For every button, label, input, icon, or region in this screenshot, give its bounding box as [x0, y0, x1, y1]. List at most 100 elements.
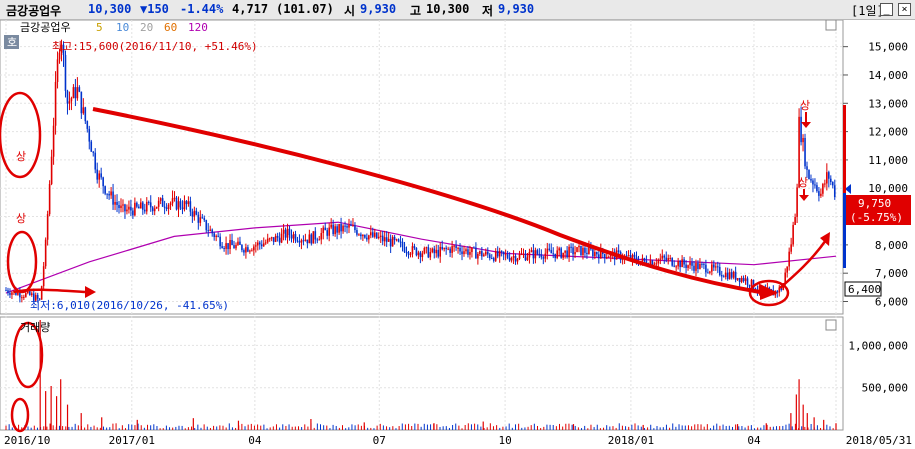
candle-body [233, 245, 235, 249]
candle-body [40, 286, 43, 300]
candle-body [74, 87, 77, 99]
candle-body [286, 228, 289, 238]
high-label: 고 [410, 4, 422, 18]
volume-expand-icon[interactable] [825, 319, 837, 331]
candle-body [58, 52, 61, 60]
candle-body [395, 239, 398, 241]
candle-body [100, 173, 102, 178]
candle-body [713, 264, 715, 268]
candle-body [318, 239, 321, 241]
candle-body [207, 230, 210, 232]
price-tick-label: 14,000 [868, 69, 908, 82]
candle-body [268, 238, 271, 240]
candle-body [477, 253, 479, 259]
candle-body [510, 257, 513, 261]
candle-body [149, 202, 152, 208]
candle-body [360, 234, 362, 237]
candle-body [592, 249, 594, 257]
close-icon[interactable]: × [898, 3, 911, 16]
candle-body [536, 250, 539, 254]
limit-up-mark-3: 상 [16, 150, 26, 163]
candle-body [594, 252, 596, 257]
candle-body [70, 98, 73, 102]
candle-body [449, 248, 451, 253]
candle-body [560, 248, 562, 258]
candle-body [431, 248, 434, 253]
price-tick-label: 6,000 [875, 296, 908, 309]
price-change-pct: -1.44% [180, 2, 224, 16]
candle-body [328, 227, 330, 236]
candle-body [401, 241, 404, 247]
candle-body [187, 201, 190, 205]
candle-body [578, 245, 580, 248]
candle-body [191, 211, 194, 217]
candle-body [544, 253, 547, 259]
volume-axis: 500,000 1,000,000 [848, 339, 908, 394]
candle-body [219, 236, 221, 247]
candle-body [76, 87, 79, 99]
candle-body [413, 246, 416, 248]
candle-body [302, 240, 305, 242]
candle-body [673, 265, 675, 267]
candle-body [389, 238, 392, 247]
limit-up-mark-2: 상 [798, 176, 808, 189]
candle-body [362, 234, 364, 237]
candle-body [72, 87, 75, 99]
legend-ma5: 5 [96, 21, 103, 34]
panel-expand-icon[interactable] [825, 20, 837, 31]
candle-body [403, 246, 406, 252]
candle-body [792, 224, 794, 245]
candle-body [304, 239, 307, 241]
candle-body [586, 252, 588, 255]
candle-body [161, 198, 164, 207]
candle-body [370, 232, 372, 236]
candle-body [348, 225, 350, 228]
candle-body [128, 206, 130, 210]
candle-body [385, 237, 388, 242]
candle-body [730, 272, 733, 278]
candle-body [556, 250, 558, 259]
stock-name: 금강공업우 [6, 4, 62, 18]
date-tick-label: 04 [747, 434, 761, 447]
candle-body [134, 202, 136, 216]
candle-body [808, 169, 810, 180]
candle-body [159, 198, 162, 201]
candle-body [260, 244, 263, 247]
candle-body [44, 239, 47, 267]
candle-body [249, 250, 251, 252]
volume-tick-label: 500,000 [862, 382, 908, 395]
candle-body [750, 279, 753, 287]
candle-body [657, 259, 660, 264]
candle-body [310, 234, 313, 244]
candle-body [677, 261, 679, 267]
candle-body [266, 238, 269, 243]
period-selector[interactable]: [1일] [851, 2, 884, 19]
minimize-icon[interactable]: _ [880, 3, 893, 16]
candle-body [483, 254, 485, 257]
candle-body [377, 236, 380, 239]
candle-body [136, 202, 138, 207]
candle-body [568, 246, 570, 258]
candle-body [25, 293, 27, 297]
candle-body [633, 254, 636, 257]
candle-body [679, 261, 681, 268]
candle-body [336, 226, 338, 233]
volume-tick-label: 1,000,000 [848, 339, 908, 352]
candle-body [50, 156, 53, 184]
candle-body [145, 201, 148, 212]
candle-body [247, 247, 249, 252]
min-price-label: 최저:6,010(2016/10/26, -41.65%) [30, 299, 229, 312]
candle-body [697, 263, 699, 269]
candle-body [171, 198, 174, 204]
candle-body [217, 235, 219, 237]
candle-body [453, 245, 455, 247]
candle-body [110, 191, 112, 196]
candle-body [705, 264, 707, 273]
candle-body [665, 257, 668, 261]
candle-body [564, 250, 566, 253]
candle-body [5, 290, 7, 292]
candle-body [130, 206, 132, 211]
candle-body [427, 247, 430, 258]
candle-body [415, 247, 418, 256]
candle-body [572, 247, 574, 255]
